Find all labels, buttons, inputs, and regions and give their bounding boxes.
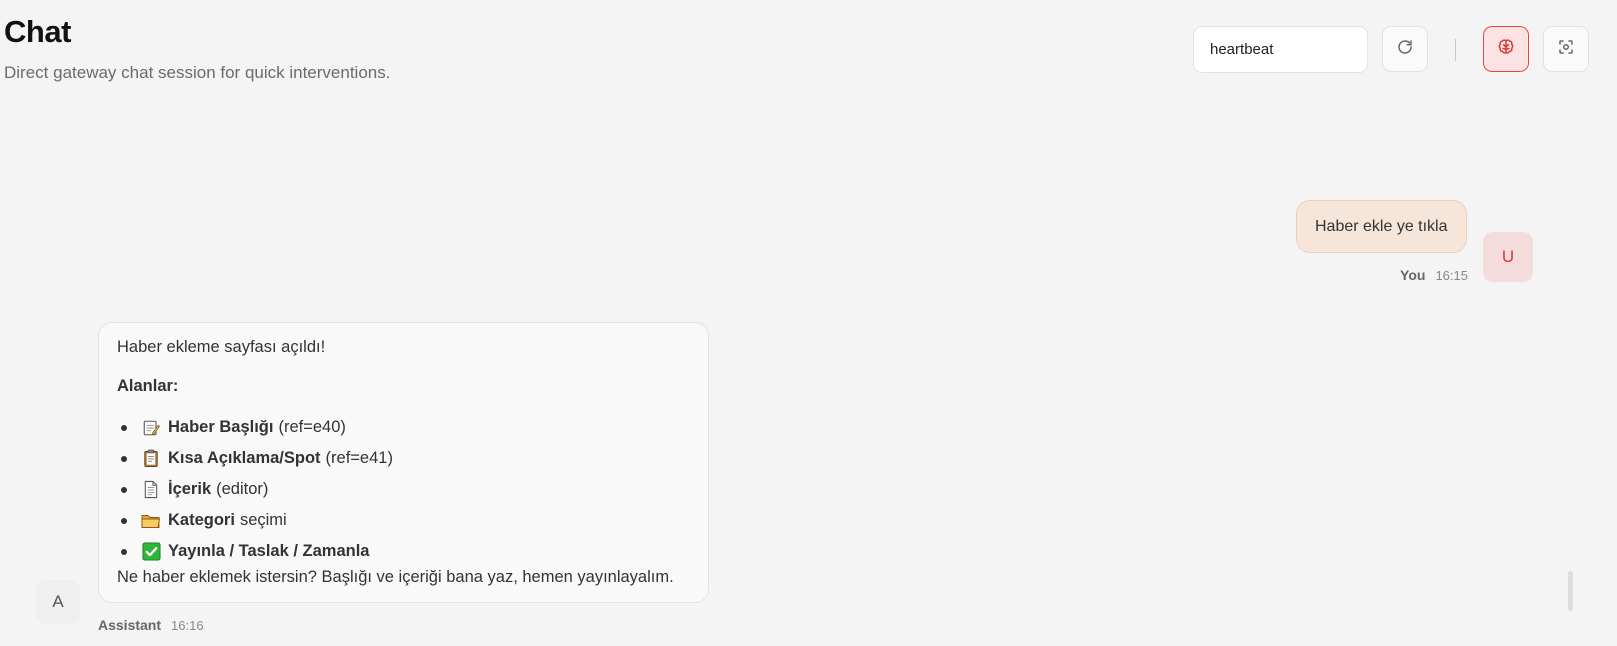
assistant-avatar: A: [36, 580, 80, 624]
field-note: (ref=e40): [278, 418, 346, 437]
focus-mode-button[interactable]: [1543, 26, 1589, 72]
list-item: Kategori seçimi: [117, 505, 690, 536]
brain-icon: [1496, 37, 1516, 62]
chat-page: Chat Direct gateway chat session for qui…: [0, 0, 1617, 646]
field-note: (ref=e41): [325, 449, 393, 468]
page-icon: [141, 480, 161, 500]
list-item: Haber Başlığı (ref=e40): [117, 412, 690, 443]
check-icon: [141, 542, 161, 562]
assistant-message-bubble: Haber ekleme sayfası açıldı! Alanlar: Ha…: [98, 322, 709, 603]
refresh-icon: [1396, 38, 1414, 61]
bullet: [121, 455, 127, 462]
bullet: [121, 548, 127, 555]
field-name: Kısa Açıklama/Spot: [168, 449, 321, 468]
page-subtitle: Direct gateway chat session for quick in…: [4, 63, 391, 82]
list-item: İçerik (editor): [117, 474, 690, 505]
session-key-input[interactable]: [1193, 26, 1368, 73]
refresh-button[interactable]: [1382, 26, 1428, 72]
assistant-closing: Ne haber eklemek istersin? Başlığı ve iç…: [117, 568, 674, 587]
field-name: Kategori: [168, 511, 235, 530]
message-time: 16:16: [171, 618, 204, 633]
thinking-toggle-button[interactable]: [1483, 26, 1529, 72]
bullet: [121, 486, 127, 493]
field-name: İçerik: [168, 480, 212, 499]
user-message-bubble: Haber ekle ye tıkla: [1296, 200, 1467, 253]
field-name: Yayınla / Taslak / Zamanla: [168, 542, 370, 561]
page-title: Chat: [4, 14, 71, 49]
message-sender: Assistant: [98, 617, 162, 633]
assistant-intro: Haber ekleme sayfası açıldı!: [117, 338, 326, 356]
memo-icon: [141, 418, 161, 438]
field-note: seçimi: [239, 511, 287, 530]
bullet: [121, 424, 127, 431]
list-item: Kısa Açıklama/Spot (ref=e41): [117, 443, 690, 474]
message-sender: You: [1400, 267, 1426, 283]
toolbar-divider: [1455, 39, 1456, 61]
folder-icon: [141, 511, 161, 531]
user-avatar: U: [1483, 232, 1533, 282]
fields-heading: Alanlar:: [117, 376, 179, 395]
field-note: (editor): [216, 480, 269, 499]
user-message-meta: You 16:15: [1400, 267, 1468, 283]
scrollbar-thumb[interactable]: [1568, 571, 1573, 611]
focus-icon: [1557, 38, 1575, 61]
bullet: [121, 517, 127, 524]
field-list: Haber Başlığı (ref=e40) Kısa Açıklama/Sp…: [117, 412, 690, 567]
message-time: 16:15: [1435, 268, 1468, 283]
clipboard-icon: [141, 449, 161, 469]
assistant-message-meta: Assistant 16:16: [98, 617, 204, 633]
field-name: Haber Başlığı: [168, 418, 274, 437]
list-item: Yayınla / Taslak / Zamanla: [117, 536, 690, 567]
